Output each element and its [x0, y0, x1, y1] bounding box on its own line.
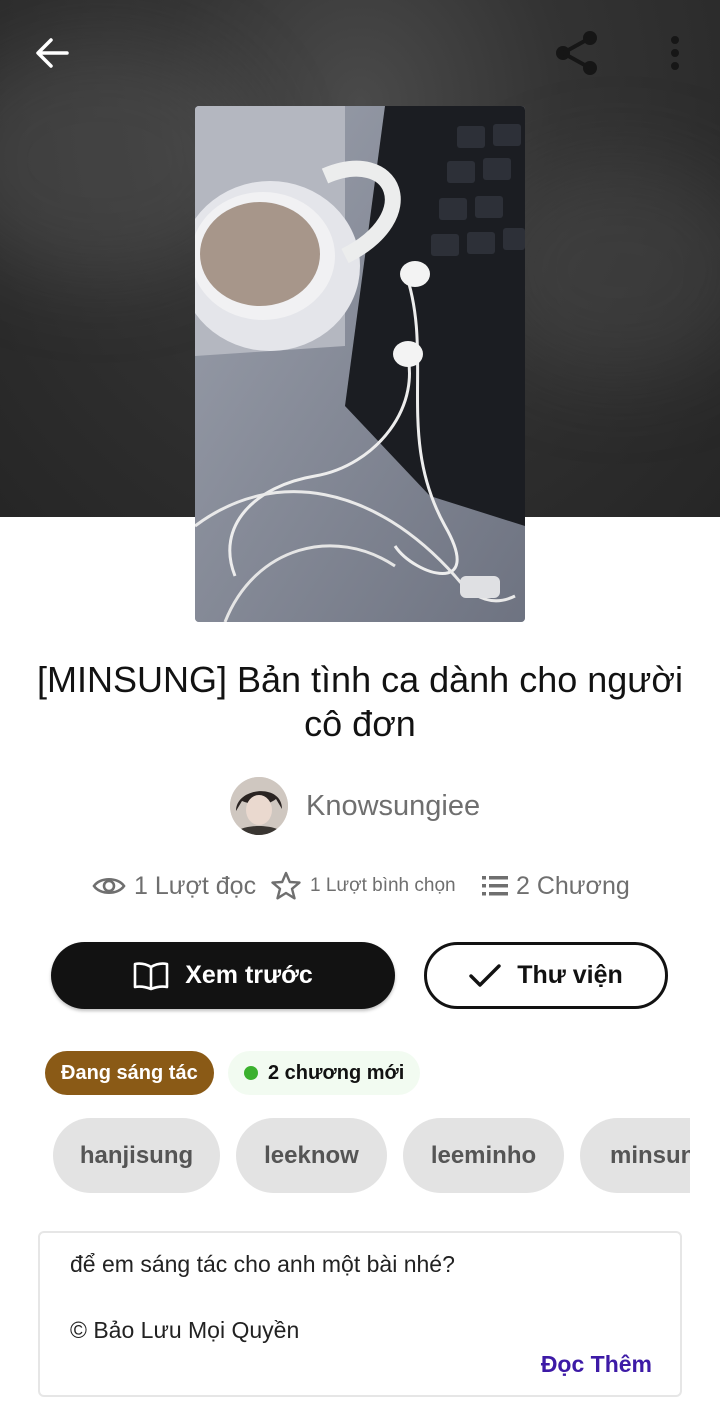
- tag-chip[interactable]: leeknow: [236, 1118, 387, 1193]
- stat-chapters-label: 2 Chương: [516, 871, 630, 900]
- book-open-icon: [133, 961, 169, 990]
- stat-chapters: 2 Chương: [482, 866, 630, 906]
- story-stats: 1 Lượt đọc 1 Lượt bình chọn 2 Chương: [90, 866, 650, 906]
- tag-chip[interactable]: minsung: [580, 1118, 690, 1193]
- description-text: để em sáng tác cho anh một bài nhé?: [70, 1251, 455, 1277]
- more-vertical-icon: [671, 36, 679, 70]
- tag-list: hanjisung leeknow leeminho minsung: [53, 1118, 690, 1193]
- new-chapters-badge: 2 chương mới: [228, 1051, 421, 1095]
- read-more-link[interactable]: Đọc Thêm: [541, 1351, 652, 1378]
- tag-chip[interactable]: hanjisung: [53, 1118, 220, 1193]
- author-avatar[interactable]: [230, 777, 288, 835]
- list-icon: [482, 876, 508, 896]
- eye-icon: [92, 877, 126, 895]
- tag-chip[interactable]: leeminho: [403, 1118, 564, 1193]
- copyright-text: © Bảo Lưu Mọi Quyền: [70, 1317, 300, 1343]
- arrow-left-icon: [36, 38, 69, 68]
- more-options-button[interactable]: [656, 26, 694, 80]
- back-button[interactable]: [22, 28, 82, 78]
- stat-votes: 1 Lượt bình chọn: [270, 866, 456, 906]
- new-chapters-label: 2 chương mới: [268, 1061, 405, 1084]
- stat-reads: 1 Lượt đọc: [92, 866, 256, 906]
- share-icon: [556, 31, 597, 75]
- stat-reads-label: 1 Lượt đọc: [134, 871, 257, 900]
- author-link[interactable]: Knowsungiee: [230, 777, 480, 835]
- author-name[interactable]: Knowsungiee: [306, 790, 480, 823]
- status-badge: Đang sáng tác: [45, 1051, 214, 1095]
- story-title: [MINSUNG] Bản tình ca dành cho người cô …: [36, 659, 683, 744]
- check-icon: [469, 963, 501, 987]
- star-icon: [271, 871, 301, 900]
- story-cover-image[interactable]: [195, 106, 525, 622]
- library-button-label: Thư viện: [517, 961, 623, 989]
- preview-button-label: Xem trước: [185, 961, 313, 989]
- description-box: để em sáng tác cho anh một bài nhé? © Bả…: [38, 1231, 682, 1397]
- library-button[interactable]: Thư viện: [424, 942, 668, 1009]
- new-indicator-dot: [244, 1066, 258, 1080]
- stat-votes-label: 1 Lượt bình chọn: [310, 875, 456, 896]
- share-button[interactable]: [548, 26, 606, 80]
- preview-button[interactable]: Xem trước: [51, 942, 395, 1009]
